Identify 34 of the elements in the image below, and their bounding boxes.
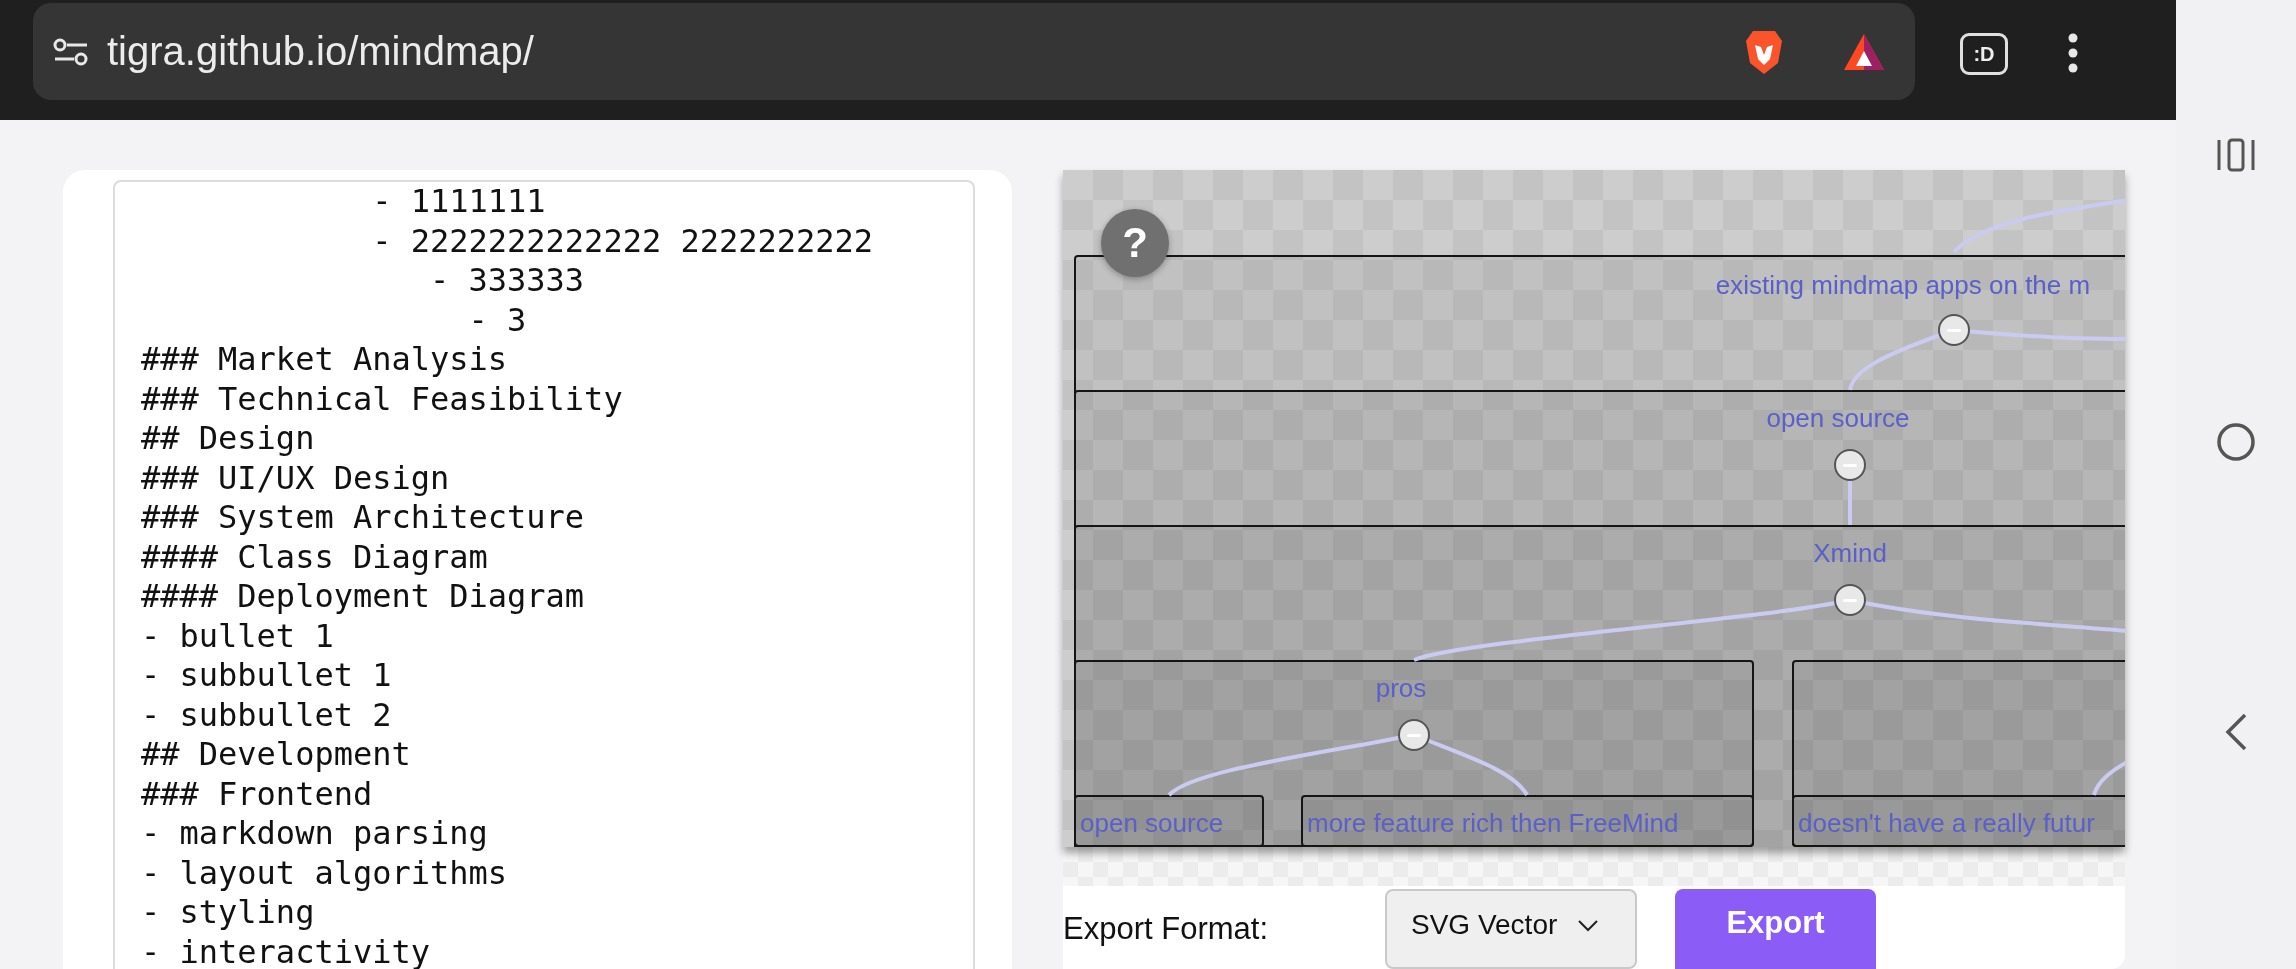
editor-line: #### Class Diagram [141, 537, 489, 577]
mindmap-node[interactable]: open source [1074, 795, 1264, 847]
editor-line: - layout algorithms [141, 853, 509, 893]
editor-line: ## Development [141, 735, 412, 775]
node-label[interactable]: Xmind [1813, 538, 1887, 569]
editor-line: - markdown parsing [141, 814, 489, 854]
editor-line: - 2222222222222 2222222222 [371, 221, 875, 261]
node-label[interactable]: pros [1375, 673, 1427, 704]
editor-line: ### UI/UX Design [141, 458, 451, 498]
format-select[interactable]: SVG Vector [1385, 889, 1637, 969]
editor-line: ### Market Analysis [141, 340, 509, 380]
editor-line: - subbullet 2 [141, 695, 393, 735]
editor-line: #### Deployment Diagram [141, 577, 586, 617]
editor-line: ### Frontend [141, 774, 374, 814]
editor-line: - bullet 1 [141, 616, 335, 656]
editor-line: ## Design [141, 419, 316, 459]
editor-line: ### System Architecture [141, 498, 586, 538]
editor-line: - styling [141, 893, 316, 933]
export-button[interactable]: Export [1675, 889, 1876, 969]
export-format-label: Export Format: [1063, 911, 1269, 947]
editor-line: - subbullet 1 [141, 656, 393, 696]
url-text[interactable]: tigra.github.io/mindmap/ [107, 29, 1745, 74]
editor-line: ### Technical Feasibility [141, 379, 624, 419]
mindmap-node[interactable]: doesn't have a really futur [1792, 795, 2125, 847]
node-label[interactable]: open source [1766, 403, 1910, 434]
editor-line: - interactivity [141, 932, 431, 969]
address-bar[interactable]: tigra.github.io/mindmap/ [33, 3, 1915, 100]
editor-line: - 333333 [429, 261, 586, 301]
help-button[interactable]: ? [1101, 209, 1169, 277]
editor-line: - 3 [467, 300, 528, 340]
node-label[interactable]: existing mindmap apps on the m [1715, 270, 2091, 301]
editor-line: - 1111111 [371, 182, 547, 222]
tab-switcher-button[interactable]: :D [1960, 33, 2008, 75]
mindmap-node[interactable]: more feature rich then FreeMind [1301, 795, 1754, 847]
